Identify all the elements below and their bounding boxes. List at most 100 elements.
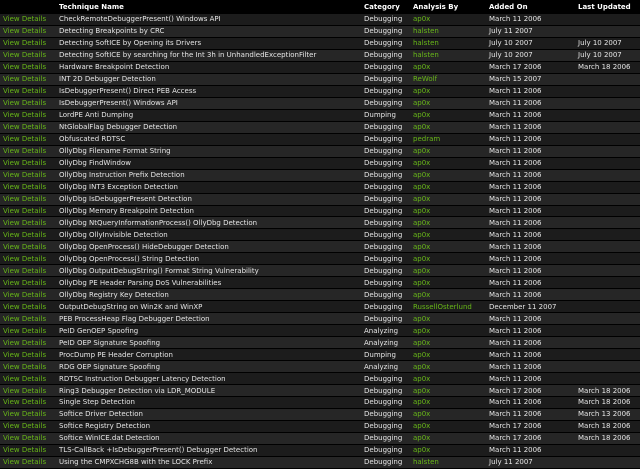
analyst-link[interactable]: ap0x — [410, 396, 486, 409]
view-details-link[interactable]: View Details — [0, 444, 56, 457]
technique-name: RDTSC Instruction Debugger Latency Detec… — [56, 372, 361, 386]
view-details-link[interactable]: View Details — [0, 252, 56, 266]
header-added-on[interactable]: Added On — [486, 0, 575, 14]
view-details-link[interactable]: View Details — [0, 121, 56, 134]
last-updated: July 10 2007 — [575, 49, 640, 62]
view-details-link[interactable]: View Details — [0, 432, 56, 445]
analyst-link[interactable]: ap0x — [410, 324, 486, 338]
analyst-link[interactable]: ap0x — [410, 228, 486, 242]
analyst-link[interactable]: ap0x — [410, 420, 486, 433]
view-details-link[interactable]: View Details — [0, 372, 56, 386]
analyst-link[interactable]: ap0x — [410, 169, 486, 182]
analyst-link[interactable]: ap0x — [410, 85, 486, 98]
analyst-link[interactable]: ap0x — [410, 360, 486, 374]
technique-name: OllyDbg FindWindow — [56, 157, 361, 170]
analyst-link[interactable]: ap0x — [410, 145, 486, 158]
view-details-link[interactable]: View Details — [0, 264, 56, 278]
analyst-link[interactable]: halsten — [410, 456, 486, 469]
technique-name: OllyDbg INT3 Exception Detection — [56, 181, 361, 194]
analyst-link[interactable]: ap0x — [410, 216, 486, 230]
analyst-link[interactable]: ap0x — [410, 14, 486, 26]
analyst-link[interactable]: ap0x — [410, 408, 486, 421]
view-details-link[interactable]: View Details — [0, 25, 56, 38]
table-body: View Details CheckRemoteDebuggerPresent()… — [0, 14, 640, 469]
analyst-link[interactable]: ap0x — [410, 61, 486, 74]
view-details-link[interactable]: View Details — [0, 145, 56, 158]
analyst-link[interactable]: ap0x — [410, 432, 486, 445]
view-details-link[interactable]: View Details — [0, 73, 56, 86]
analyst-link[interactable]: ap0x — [410, 276, 486, 290]
analyst-link[interactable]: pedram — [410, 133, 486, 146]
view-details-link[interactable]: View Details — [0, 456, 56, 469]
technique-name: Obfuscated RDTSC — [56, 133, 361, 146]
analyst-link[interactable]: ap0x — [410, 384, 486, 397]
analyst-link[interactable]: ap0x — [410, 205, 486, 218]
view-details-link[interactable]: View Details — [0, 312, 56, 326]
view-details-link[interactable]: View Details — [0, 97, 56, 110]
analyst-link[interactable]: ap0x — [410, 312, 486, 326]
view-details-link[interactable]: View Details — [0, 216, 56, 230]
added-on: March 11 2006 — [486, 157, 575, 170]
view-details-link[interactable]: View Details — [0, 193, 56, 206]
view-details-link[interactable]: View Details — [0, 14, 56, 26]
analyst-link[interactable]: ap0x — [410, 336, 486, 350]
view-details-link[interactable]: View Details — [0, 181, 56, 194]
analyst-link[interactable]: halsten — [410, 37, 486, 50]
view-details-link[interactable]: View Details — [0, 324, 56, 338]
technique-name: IsDebuggerPresent() Windows API — [56, 97, 361, 110]
view-details-link[interactable]: View Details — [0, 228, 56, 242]
analyst-link[interactable]: ap0x — [410, 288, 486, 302]
analyst-link[interactable]: ap0x — [410, 372, 486, 386]
view-details-link[interactable]: View Details — [0, 49, 56, 62]
view-details-link[interactable]: View Details — [0, 300, 56, 314]
analyst-link[interactable]: RussellOsterlund — [410, 300, 486, 314]
view-details-link[interactable]: View Details — [0, 240, 56, 254]
added-on: March 11 2006 — [486, 312, 575, 326]
view-details-link[interactable]: View Details — [0, 157, 56, 170]
technique-name: Hardware Breakpoint Detection — [56, 61, 361, 74]
view-details-link[interactable]: View Details — [0, 61, 56, 74]
technique-name: INT 2D Debugger Detection — [56, 73, 361, 86]
added-on: July 10 2007 — [486, 37, 575, 50]
view-details-link[interactable]: View Details — [0, 133, 56, 146]
technique-name: OllyDbg IsDebuggerPresent Detection — [56, 193, 361, 206]
header-last-updated[interactable]: Last Updated — [575, 0, 640, 14]
analyst-link[interactable]: ap0x — [410, 240, 486, 254]
analyst-link[interactable]: ap0x — [410, 348, 486, 362]
analyst-link[interactable]: halsten — [410, 25, 486, 38]
analyst-link[interactable]: ap0x — [410, 193, 486, 206]
view-details-link[interactable]: View Details — [0, 384, 56, 397]
view-details-link[interactable]: View Details — [0, 37, 56, 50]
technique-name: RDG OEP Signature Spoofing — [56, 360, 361, 374]
view-details-link[interactable]: View Details — [0, 420, 56, 433]
view-details-link[interactable]: View Details — [0, 109, 56, 122]
analyst-link[interactable]: halsten — [410, 49, 486, 62]
category: Debugging — [361, 372, 410, 386]
view-details-link[interactable]: View Details — [0, 360, 56, 374]
analyst-link[interactable]: ap0x — [410, 181, 486, 194]
view-details-link[interactable]: View Details — [0, 169, 56, 182]
category: Analyzing — [361, 324, 410, 338]
added-on: March 11 2006 — [486, 205, 575, 218]
analyst-link[interactable]: ap0x — [410, 444, 486, 457]
analyst-link[interactable]: ReWolf — [410, 73, 486, 86]
analyst-link[interactable]: ap0x — [410, 121, 486, 134]
header-analysis-by[interactable]: Analysis By — [410, 0, 486, 14]
analyst-link[interactable]: ap0x — [410, 252, 486, 266]
analyst-link[interactable]: ap0x — [410, 157, 486, 170]
view-details-link[interactable]: View Details — [0, 408, 56, 421]
header-technique-name[interactable]: Technique Name — [56, 0, 361, 14]
view-details-link[interactable]: View Details — [0, 205, 56, 218]
view-details-link[interactable]: View Details — [0, 348, 56, 362]
analyst-link[interactable]: ap0x — [410, 97, 486, 110]
table-row: View Details TLS-CallBack +IsDebuggerPres… — [0, 444, 640, 457]
view-details-link[interactable]: View Details — [0, 288, 56, 302]
table-row: View Details PEB ProcessHeap Flag Debugge… — [0, 312, 640, 326]
view-details-link[interactable]: View Details — [0, 85, 56, 98]
view-details-link[interactable]: View Details — [0, 396, 56, 409]
view-details-link[interactable]: View Details — [0, 276, 56, 290]
view-details-link[interactable]: View Details — [0, 336, 56, 350]
analyst-link[interactable]: ap0x — [410, 109, 486, 122]
header-category[interactable]: Category — [361, 0, 410, 14]
analyst-link[interactable]: ap0x — [410, 264, 486, 278]
